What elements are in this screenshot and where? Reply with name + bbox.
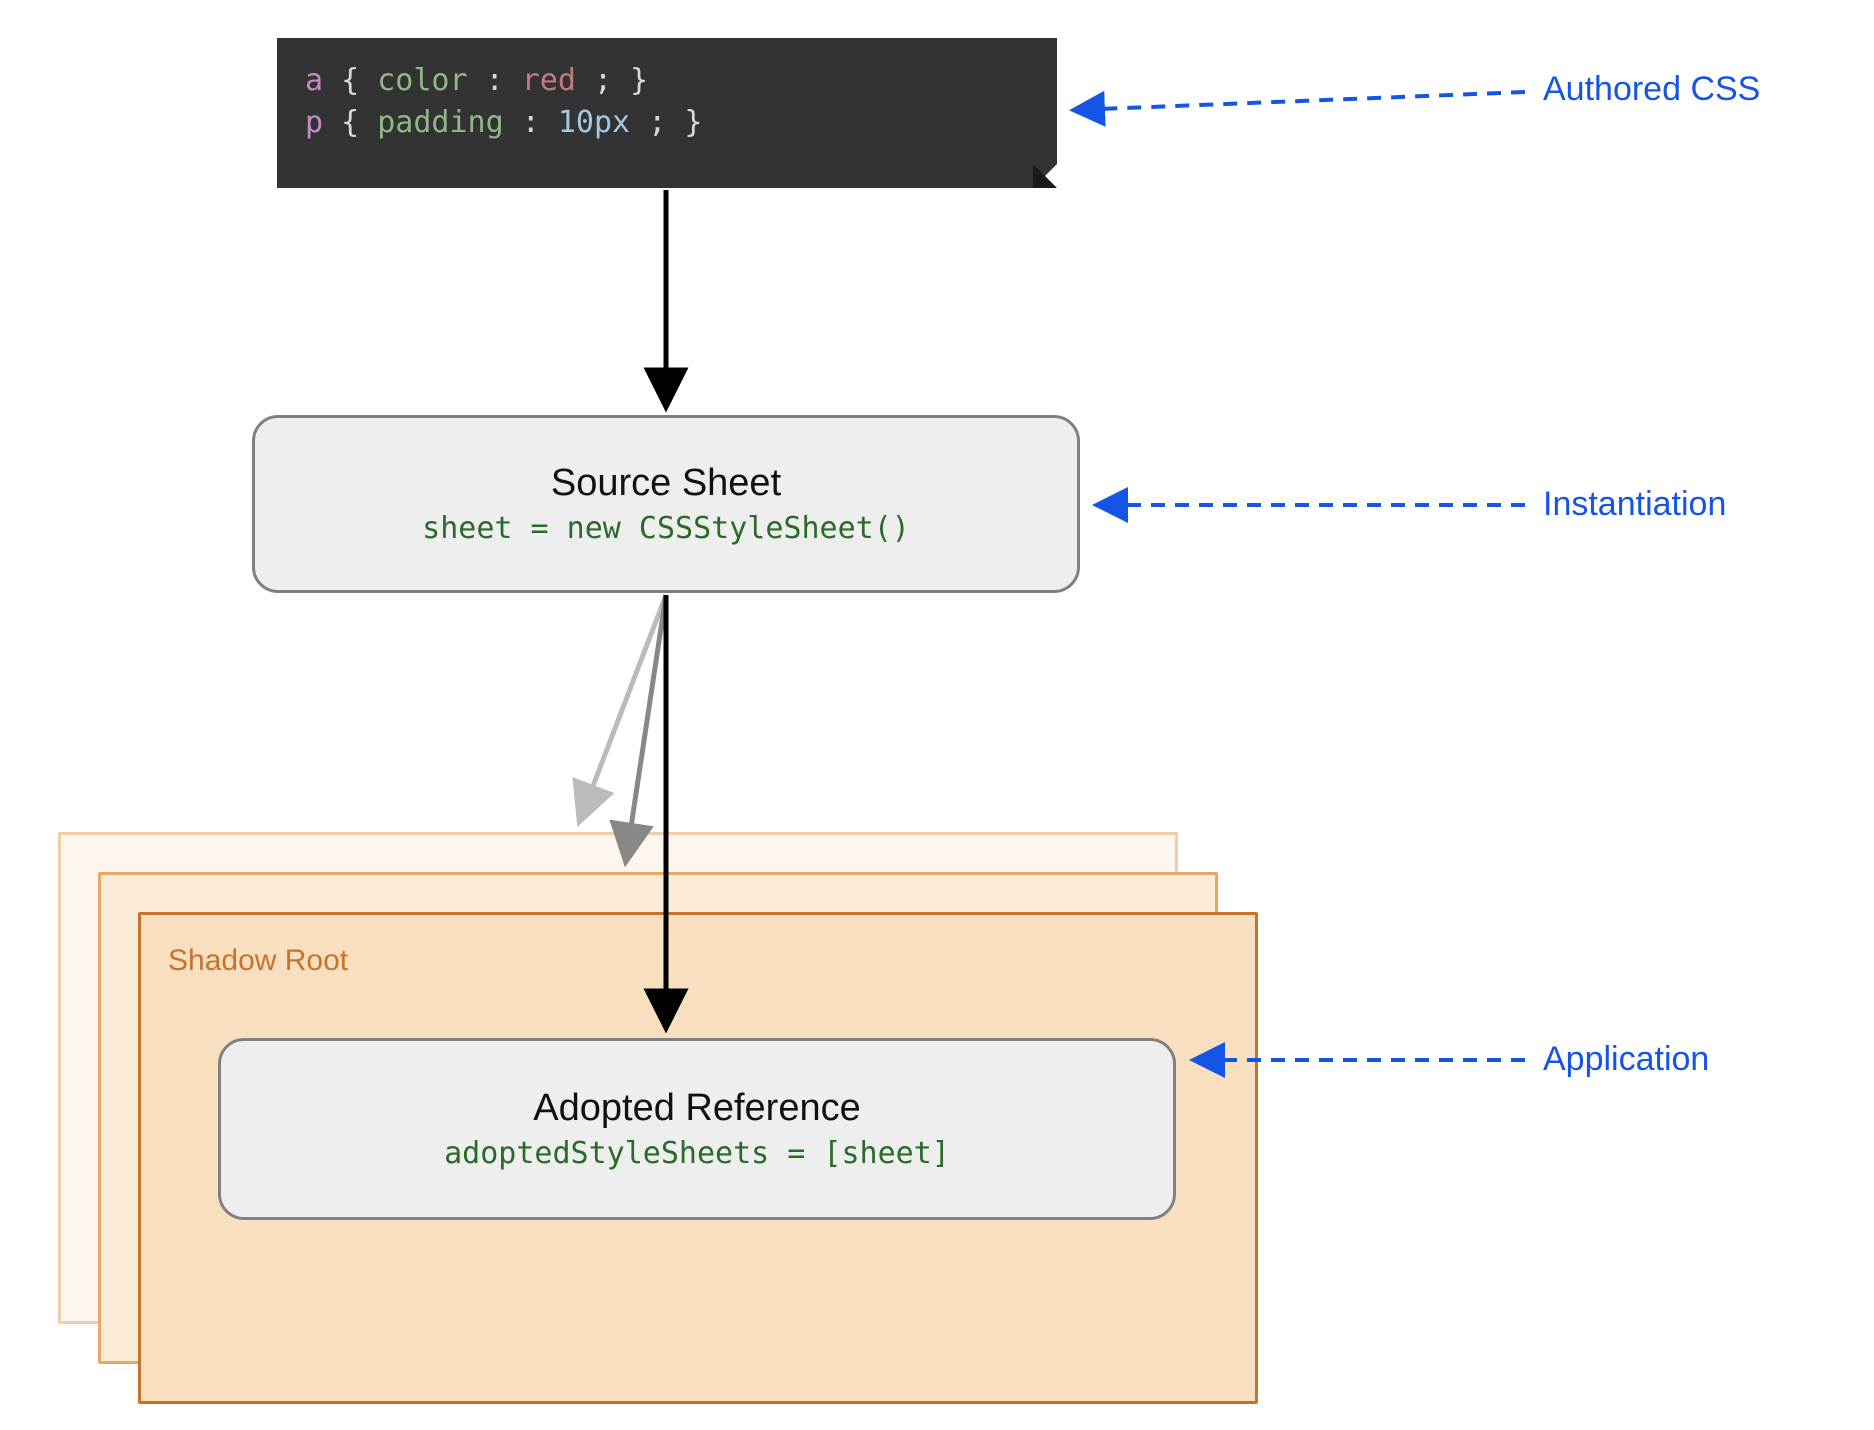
code-brace-close: } bbox=[684, 105, 702, 140]
arrow-source-to-shadow-2 bbox=[626, 595, 666, 860]
diagram-canvas: Shadow Root Adopted Reference adoptedSty… bbox=[0, 0, 1874, 1430]
code-brace-close: } bbox=[630, 63, 648, 98]
code-value: red bbox=[522, 63, 576, 98]
page-fold-icon bbox=[1033, 164, 1057, 188]
code-brace-open: { bbox=[341, 105, 359, 140]
code-property: padding bbox=[377, 105, 503, 140]
source-sheet-code: sheet = new CSSStyleSheet() bbox=[422, 511, 910, 546]
shadow-root-label: Shadow Root bbox=[168, 944, 348, 978]
authored-css-code-block: a { color : red ; } p { padding : 10px ;… bbox=[277, 38, 1057, 188]
adopted-reference-code: adoptedStyleSheets = [sheet] bbox=[444, 1136, 950, 1171]
source-sheet-box: Source Sheet sheet = new CSSStyleSheet() bbox=[252, 415, 1080, 593]
source-sheet-title: Source Sheet bbox=[551, 462, 781, 505]
code-property: color bbox=[377, 63, 467, 98]
annotation-application: Application bbox=[1543, 1040, 1709, 1079]
code-selector: a bbox=[305, 63, 323, 98]
arrow-source-to-shadow-3 bbox=[580, 595, 666, 820]
code-colon: : bbox=[486, 63, 504, 98]
code-line-1: a { color : red ; } bbox=[305, 60, 1029, 102]
arrow-anno-authored bbox=[1075, 92, 1525, 110]
code-line-2: p { padding : 10px ; } bbox=[305, 102, 1029, 144]
code-semicolon: ; bbox=[648, 105, 666, 140]
code-brace-open: { bbox=[341, 63, 359, 98]
code-value: 10px bbox=[558, 105, 630, 140]
annotation-authored-css: Authored CSS bbox=[1543, 70, 1760, 109]
code-selector: p bbox=[305, 105, 323, 140]
code-semicolon: ; bbox=[594, 63, 612, 98]
adopted-reference-title: Adopted Reference bbox=[533, 1087, 860, 1130]
code-colon: : bbox=[522, 105, 540, 140]
annotation-instantiation: Instantiation bbox=[1543, 485, 1726, 524]
adopted-reference-box: Adopted Reference adoptedStyleSheets = [… bbox=[218, 1038, 1176, 1220]
